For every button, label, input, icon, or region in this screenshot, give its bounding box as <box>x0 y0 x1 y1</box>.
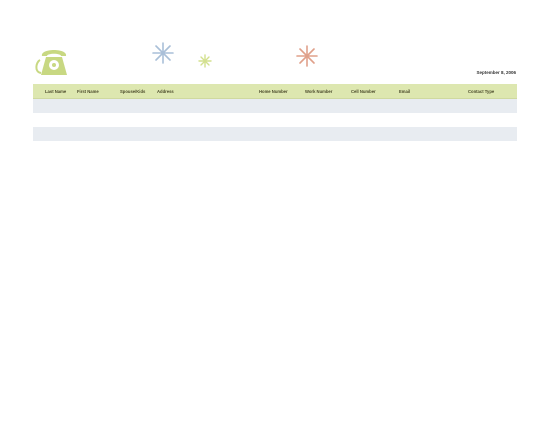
telephone-icon <box>35 50 67 75</box>
document-date: September 8, 2006 <box>476 70 516 75</box>
contacts-table: Last Name First Name Spouse/Kids Address… <box>33 84 517 141</box>
asterisk-star-red <box>296 45 318 67</box>
asterisk-star-blue <box>152 42 174 64</box>
table-row[interactable] <box>33 99 517 113</box>
table-row[interactable] <box>33 113 517 127</box>
column-header-address: Address <box>157 88 174 94</box>
column-header-work-number: Work Number <box>305 88 333 94</box>
column-header-spouse-kids: Spouse/Kids <box>120 88 146 94</box>
column-header-last-name: Last Name <box>45 88 67 94</box>
column-header-first-name: First Name <box>77 88 99 94</box>
column-header-email: Email <box>399 88 411 94</box>
column-header-contact-type: Contact Type <box>468 88 495 94</box>
asterisk-star-green <box>198 54 212 68</box>
table-header-row: Last Name First Name Spouse/Kids Address… <box>33 84 517 99</box>
column-header-cell-number: Cell Number <box>351 88 376 94</box>
table-row[interactable] <box>33 127 517 141</box>
column-header-home-number: Home Number <box>259 88 288 94</box>
